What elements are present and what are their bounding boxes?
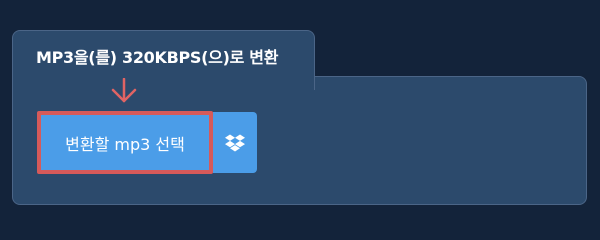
tab-panel-seam (13, 74, 314, 78)
converter-title: MP3을(를) 320KBPS(으)로 변환 (36, 48, 279, 67)
dropbox-button[interactable] (213, 112, 257, 173)
select-mp3-label: 변환할 mp3 선택 (65, 134, 185, 154)
converter-widget: MP3을(를) 320KBPS(으)로 변환 변환할 mp3 선택 (0, 0, 600, 230)
arrow-down-icon (111, 78, 137, 103)
select-mp3-button[interactable]: 변환할 mp3 선택 (37, 111, 213, 174)
dropbox-icon (225, 134, 245, 151)
